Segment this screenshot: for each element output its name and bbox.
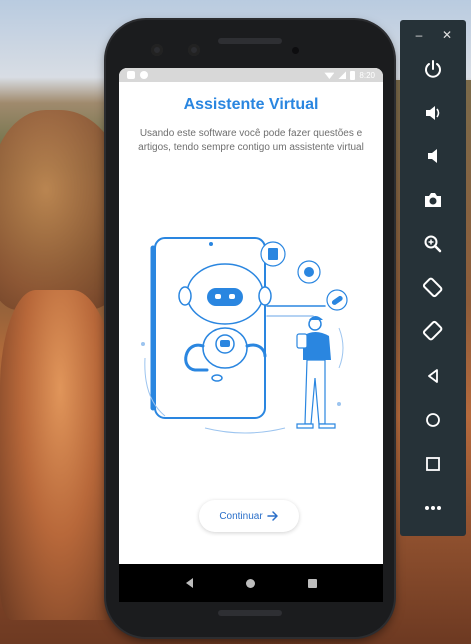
back-button[interactable]: [416, 359, 450, 393]
phone-camera: [188, 44, 200, 56]
volume-up-button[interactable]: [416, 96, 450, 130]
home-circle-icon[interactable]: [245, 578, 255, 588]
phone-camera: [151, 44, 163, 56]
power-button[interactable]: [416, 52, 450, 86]
minimize-button[interactable]: –: [412, 28, 426, 42]
arrow-right-icon: [266, 511, 278, 521]
overview-button[interactable]: [416, 447, 450, 481]
battery-icon: [350, 70, 356, 80]
camera-icon: [425, 193, 441, 207]
phone-speaker: [218, 38, 282, 44]
emulator-control-panel: – ✕: [400, 20, 466, 536]
back-icon: [428, 369, 438, 383]
android-nav-bar: [119, 564, 383, 602]
rotate-right-button[interactable]: [416, 314, 450, 348]
virtual-assistant-illustration: [141, 237, 348, 434]
wifi-icon: [324, 72, 335, 79]
home-icon: [426, 413, 440, 427]
phone-screen: 8:20 Assistente Virtual Usando este soft…: [119, 68, 383, 602]
status-bar: 8:20: [119, 68, 383, 82]
volume-down-button[interactable]: [416, 139, 450, 173]
volume-up-icon: [426, 106, 440, 120]
more-button[interactable]: [416, 491, 450, 525]
continue-button[interactable]: Continuar: [199, 500, 299, 532]
page-subtitle: Usando este software você pode fazer que…: [138, 128, 364, 153]
rotate-left-button[interactable]: [416, 270, 450, 304]
notification-icon: [127, 71, 135, 79]
wallpaper-rock: [0, 290, 120, 620]
continue-button-label: Continuar: [219, 510, 263, 522]
rotate-left-icon: [422, 277, 443, 298]
close-button[interactable]: ✕: [440, 28, 454, 42]
volume-down-icon: [428, 149, 437, 163]
phone-speaker: [218, 610, 282, 616]
phone-sensor: [292, 47, 299, 54]
status-time: 8:20: [359, 70, 375, 80]
recent-square-icon[interactable]: [307, 578, 317, 588]
back-triangle-icon[interactable]: [185, 578, 193, 588]
zoom-button[interactable]: [416, 227, 450, 261]
zoom-in-icon: [424, 235, 442, 253]
more-icon: [425, 506, 441, 510]
rotate-right-icon: [422, 320, 443, 341]
screenshot-button[interactable]: [416, 183, 450, 217]
page-title: Assistente Virtual: [183, 96, 319, 113]
notification-icon: [140, 71, 148, 79]
power-icon: [425, 60, 441, 78]
overview-icon: [426, 457, 440, 471]
home-button[interactable]: [416, 403, 450, 437]
emulator-phone-frame: 8:20 Assistente Virtual Usando este soft…: [106, 20, 394, 637]
signal-icon: [338, 71, 347, 79]
